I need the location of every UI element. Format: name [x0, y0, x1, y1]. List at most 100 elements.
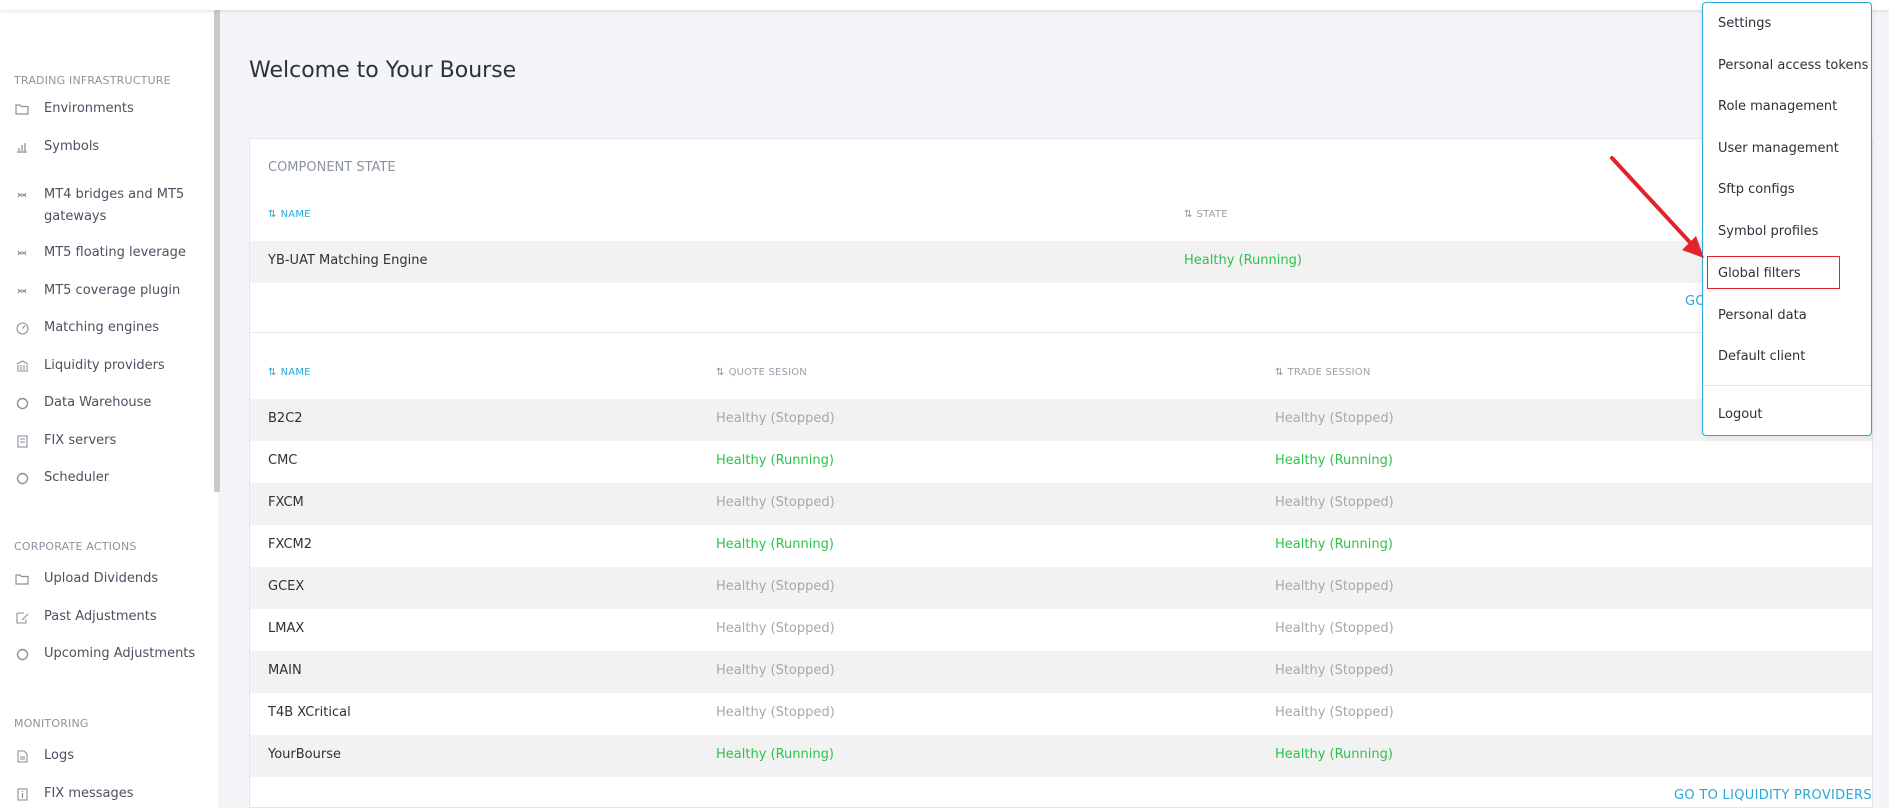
lp-name: MAIN: [268, 663, 302, 678]
trade-session-status: Healthy (Stopped): [1275, 705, 1394, 720]
lp-name: B2C2: [268, 411, 303, 426]
folder-icon: [14, 98, 30, 120]
menu-item-logout[interactable]: Logout: [1718, 407, 1763, 422]
table-row: YourBourse Healthy (Running) Healthy (Ru…: [250, 735, 1872, 777]
menu-item-user-management[interactable]: User management: [1718, 141, 1839, 156]
trade-session-status: Healthy (Stopped): [1275, 663, 1394, 678]
sidebar-item-label: Environments: [44, 101, 134, 116]
table-row: FXCM Healthy (Stopped) Healthy (Stopped): [250, 483, 1872, 525]
menu-item-personal-access-tokens[interactable]: Personal access tokens: [1718, 58, 1868, 73]
page-title: Welcome to Your Bourse: [249, 58, 517, 83]
sidebar-item-label: MT4 bridges and MT5 gateways: [44, 187, 185, 224]
sort-icon: ⇅: [1275, 367, 1284, 378]
column-header-trade-session[interactable]: ⇅ TRADE SESSION: [1275, 367, 1371, 378]
table-row: FXCM2 Healthy (Running) Healthy (Running…: [250, 525, 1872, 567]
table-row: LMAX Healthy (Stopped) Healthy (Stopped): [250, 609, 1872, 651]
quote-session-status: Healthy (Stopped): [716, 579, 835, 594]
quote-session-status: Healthy (Stopped): [716, 495, 835, 510]
quote-session-status: Healthy (Stopped): [716, 411, 835, 426]
quote-session-status: Healthy (Running): [716, 747, 834, 762]
sidebar-item-mt4-bridges[interactable]: MT4 bridges and MT5 gateways: [14, 184, 210, 228]
sidebar-item-matching-engines[interactable]: Matching engines: [14, 317, 210, 339]
lp-name: GCEX: [268, 579, 305, 594]
table-row: CMC Healthy (Running) Healthy (Running): [250, 441, 1872, 483]
sidebar-item-data-warehouse[interactable]: Data Warehouse: [14, 392, 210, 414]
table-row: YB-UAT Matching Engine Healthy (Running): [250, 241, 1872, 283]
sidebar-item-symbols[interactable]: Symbols: [14, 136, 210, 158]
component-state: Healthy (Running): [1184, 253, 1302, 268]
column-header-lp-name[interactable]: ⇅ NAME: [268, 367, 311, 378]
lp-name: FXCM: [268, 495, 304, 510]
sidebar-item-mt5-coverage-plugin[interactable]: MT5 coverage plugin: [14, 280, 210, 302]
folder-icon: [14, 568, 30, 590]
sort-icon: ⇅: [268, 367, 277, 378]
lp-name: YourBourse: [268, 747, 341, 762]
sidebar-item-logs[interactable]: Logs: [14, 745, 210, 767]
trade-session-status: Healthy (Stopped): [1275, 621, 1394, 636]
sidebar-item-label: MT5 floating leverage: [44, 245, 186, 260]
menu-item-personal-data[interactable]: Personal data: [1718, 308, 1807, 323]
circle-icon: [14, 643, 30, 665]
menu-item-sftp-configs[interactable]: Sftp configs: [1718, 182, 1795, 197]
table-row: GCEX Healthy (Stopped) Healthy (Stopped): [250, 567, 1872, 609]
sidebar-item-label: FIX servers: [44, 433, 117, 448]
trade-session-status: Healthy (Running): [1275, 747, 1393, 762]
trade-session-status: Healthy (Stopped): [1275, 495, 1394, 510]
sidebar-item-past-adjustments[interactable]: Past Adjustments: [14, 606, 210, 628]
lp-name: T4B XCritical: [268, 705, 351, 720]
table-row: T4B XCritical Healthy (Stopped) Healthy …: [250, 693, 1872, 735]
sidebar-scrollbar[interactable]: [214, 10, 220, 492]
go-to-liquidity-providers-link[interactable]: GO TO LIQUIDITY PROVIDERS: [1674, 788, 1872, 803]
sidebar-item-upload-dividends[interactable]: Upload Dividends: [14, 568, 210, 590]
sidebar-item-mt5-floating-leverage[interactable]: MT5 floating leverage: [14, 242, 210, 264]
divider: [250, 332, 1872, 333]
sidebar: TRADING INFRASTRUCTURE Environments Symb…: [0, 10, 218, 808]
quote-session-status: Healthy (Running): [716, 537, 834, 552]
quote-session-status: Healthy (Stopped): [716, 705, 835, 720]
sidebar-item-label: MT5 coverage plugin: [44, 283, 181, 298]
column-header-name[interactable]: ⇅ NAME: [268, 209, 311, 220]
sidebar-item-upcoming-adjustments[interactable]: Upcoming Adjustments: [14, 643, 210, 665]
column-header-quote-session[interactable]: ⇅ QUOTE SESION: [716, 367, 807, 378]
trade-session-status: Healthy (Running): [1275, 453, 1393, 468]
link-icon: [14, 280, 30, 302]
component-state-card: COMPONENT STATE ⇅ NAME ⇅ STATE YB-UAT Ma…: [249, 138, 1873, 808]
sidebar-item-liquidity-providers[interactable]: Liquidity providers: [14, 355, 210, 377]
link-icon: [14, 242, 30, 264]
menu-item-role-management[interactable]: Role management: [1718, 99, 1837, 114]
quote-session-status: Healthy (Stopped): [716, 621, 835, 636]
sidebar-item-label: Upcoming Adjustments: [44, 646, 196, 661]
component-state-title: COMPONENT STATE: [268, 160, 396, 175]
server-icon: [14, 430, 30, 452]
edit-icon: [14, 606, 30, 628]
sidebar-item-label: Symbols: [44, 139, 100, 154]
circle-icon: [14, 392, 30, 414]
sidebar-item-label: Upload Dividends: [44, 571, 159, 586]
sort-icon: ⇅: [268, 209, 277, 220]
document-icon: [14, 745, 30, 767]
menu-item-global-filters[interactable]: Global filters: [1718, 266, 1801, 281]
sidebar-item-label: Scheduler: [44, 470, 110, 485]
table-row: B2C2 Healthy (Stopped) Healthy (Stopped): [250, 399, 1872, 441]
trade-session-status: Healthy (Running): [1275, 537, 1393, 552]
lp-name: CMC: [268, 453, 298, 468]
menu-divider: [1703, 385, 1871, 386]
sidebar-section-corporate-actions: CORPORATE ACTIONS: [14, 540, 137, 553]
sidebar-item-environments[interactable]: Environments: [14, 98, 210, 120]
sidebar-item-label: Past Adjustments: [44, 609, 157, 624]
sidebar-section-trading-infrastructure: TRADING INFRASTRUCTURE: [14, 74, 171, 87]
sidebar-item-scheduler[interactable]: Scheduler: [14, 467, 210, 489]
trade-session-status: Healthy (Stopped): [1275, 579, 1394, 594]
column-header-state[interactable]: ⇅ STATE: [1184, 209, 1228, 220]
sidebar-item-fix-servers[interactable]: FIX servers: [14, 430, 210, 452]
menu-item-default-client[interactable]: Default client: [1718, 349, 1805, 364]
quote-session-status: Healthy (Running): [716, 453, 834, 468]
sidebar-item-label: FIX messages: [44, 786, 134, 801]
sidebar-item-label: Matching engines: [44, 320, 160, 335]
bank-icon: [14, 355, 30, 377]
sidebar-item-fix-messages[interactable]: FIX messages: [14, 783, 210, 805]
menu-item-settings[interactable]: Settings: [1718, 16, 1771, 31]
menu-item-symbol-profiles[interactable]: Symbol profiles: [1718, 224, 1818, 239]
circle-icon: [14, 467, 30, 489]
sidebar-item-label: Liquidity providers: [44, 358, 165, 373]
